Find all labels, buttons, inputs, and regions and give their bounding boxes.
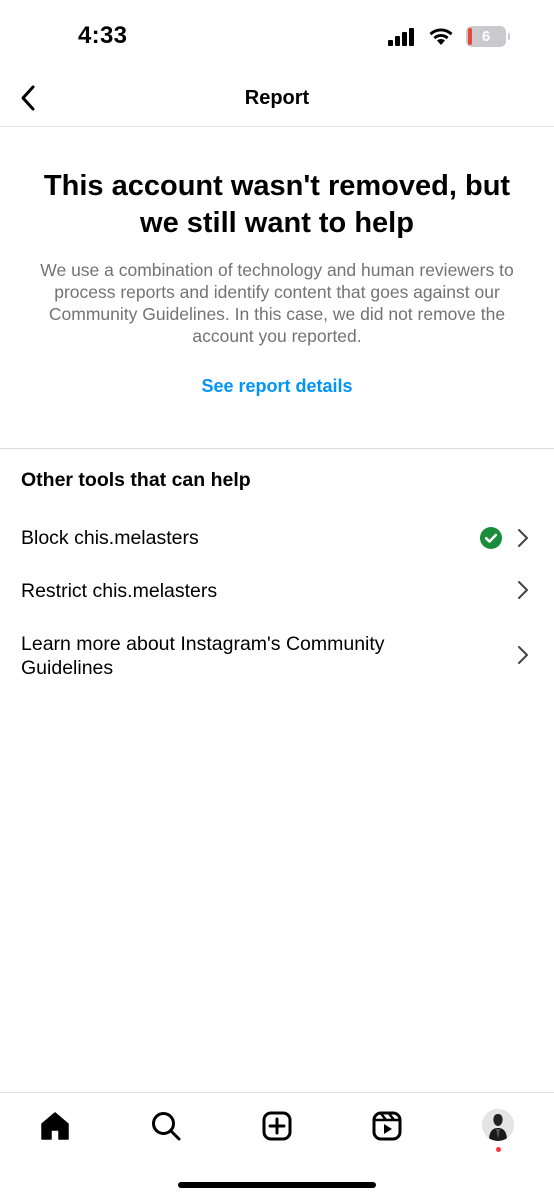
tool-row-block[interactable]: Block chis.melasters [0,518,554,558]
home-icon [41,1112,69,1140]
tool-row-guidelines[interactable]: Learn more about Instagram's Community G… [0,625,554,687]
status-icons: 6 [388,26,510,47]
see-report-details-link[interactable]: See report details [0,376,554,397]
tab-home[interactable] [38,1109,72,1143]
profile-avatar[interactable] [482,1109,514,1141]
avatar-image [482,1109,514,1141]
headline: This account wasn't removed, but we stil… [43,170,511,239]
battery-icon: 6 [466,26,510,47]
status-bar: 4:33 6 [0,0,554,74]
signal-icon [388,27,414,46]
tool-row-restrict[interactable]: Restrict chis.melasters [0,570,554,610]
tab-search[interactable] [149,1109,183,1143]
status-time: 4:33 [78,22,128,49]
home-indicator [178,1182,376,1188]
chevron-right-icon [516,528,530,548]
tool-label-restrict: Restrict chis.melasters [21,580,218,602]
divider [0,448,554,449]
wifi-icon [429,28,453,45]
tool-label-block: Block chis.melasters [21,527,199,549]
nav-bar: Report [0,74,554,127]
notification-dot [496,1147,501,1152]
tool-label-guidelines: Learn more about Instagram's Community G… [21,633,385,679]
tab-create[interactable] [260,1109,294,1143]
check-circle-icon [480,527,502,549]
chevron-right-icon [516,645,530,665]
battery-level: 6 [481,28,491,45]
description-text: We use a combination of technology and h… [40,260,514,346]
page-title: Report [244,87,310,109]
reels-icon [372,1111,402,1141]
tab-reels[interactable] [370,1109,404,1143]
create-icon [262,1111,292,1141]
chevron-right-icon [516,580,530,600]
section-title: Other tools that can help [21,469,251,491]
search-icon [152,1112,181,1141]
